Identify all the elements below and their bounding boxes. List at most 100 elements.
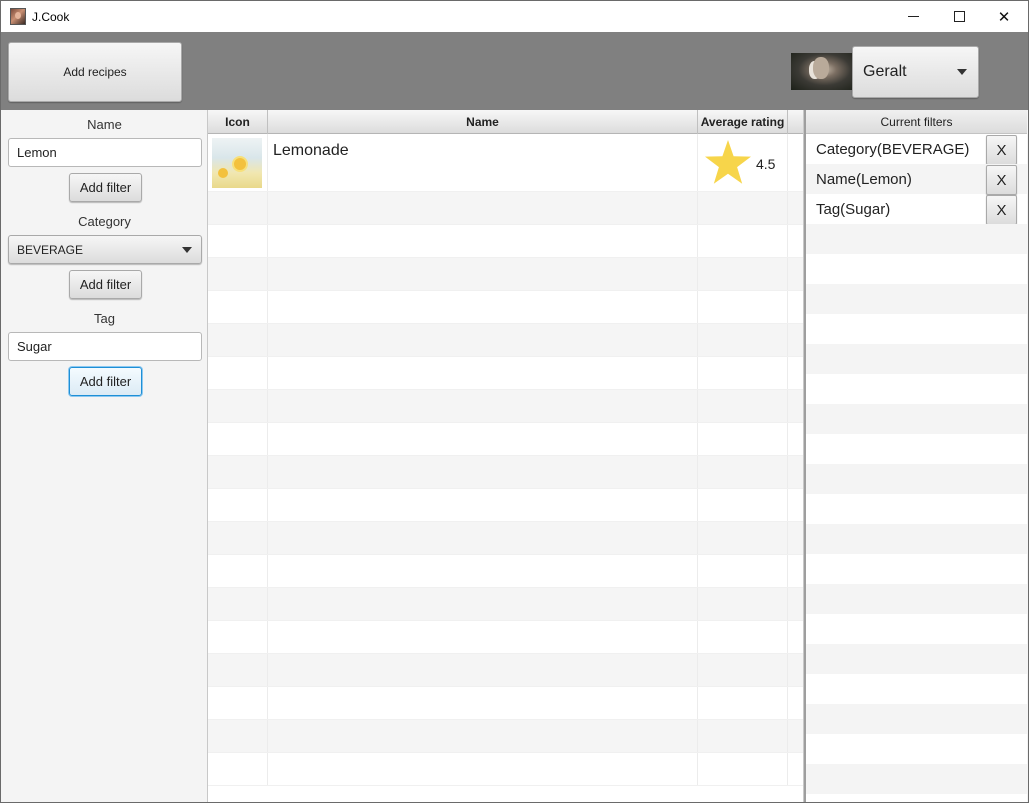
empty-cell xyxy=(788,291,803,323)
empty-cell xyxy=(208,489,268,521)
empty-cell xyxy=(698,588,788,620)
empty-cell xyxy=(268,753,698,785)
empty-cell xyxy=(698,258,788,290)
minimize-button[interactable] xyxy=(890,1,936,32)
empty-cell xyxy=(788,192,803,224)
close-icon: ✕ xyxy=(997,8,1011,26)
table-row xyxy=(208,489,803,522)
empty-filter-row xyxy=(806,674,1027,704)
empty-cell xyxy=(788,654,803,686)
remove-filter-button[interactable]: X xyxy=(986,165,1017,195)
empty-filter-row xyxy=(806,764,1027,794)
chevron-down-icon xyxy=(182,247,192,253)
table-row xyxy=(208,687,803,720)
empty-cell xyxy=(268,390,698,422)
empty-cell xyxy=(698,489,788,521)
tag-filter-input[interactable]: Sugar xyxy=(8,332,202,361)
table-row xyxy=(208,720,803,753)
filler-cell xyxy=(788,134,803,191)
table-row xyxy=(208,522,803,555)
window-title: J.Cook xyxy=(32,10,70,24)
column-header-average-rating[interactable]: Average rating xyxy=(698,110,788,134)
remove-filter-button[interactable]: X xyxy=(986,195,1017,225)
empty-cell xyxy=(208,753,268,785)
top-toolbar: Add recipes Geralt xyxy=(1,32,1028,110)
table-row xyxy=(208,357,803,390)
empty-cell xyxy=(698,654,788,686)
empty-cell xyxy=(698,423,788,455)
empty-cell xyxy=(788,357,803,389)
user-selector[interactable]: Geralt xyxy=(852,46,979,98)
maximize-button[interactable] xyxy=(936,1,982,32)
empty-cell xyxy=(698,390,788,422)
column-header-icon[interactable]: Icon xyxy=(208,110,268,134)
table-row xyxy=(208,456,803,489)
minimize-icon xyxy=(907,16,919,17)
table-header: Icon Name Average rating xyxy=(208,110,803,134)
empty-cell xyxy=(268,720,698,752)
chevron-down-icon xyxy=(957,69,967,75)
column-header-name[interactable]: Name xyxy=(268,110,698,134)
filter-panel: Name Lemon Add filter Category BEVERAGE … xyxy=(2,110,207,802)
table-row xyxy=(208,423,803,456)
empty-cell xyxy=(268,225,698,257)
empty-cell xyxy=(208,192,268,224)
empty-cell xyxy=(788,324,803,356)
empty-cell xyxy=(268,489,698,521)
category-select[interactable]: BEVERAGE xyxy=(8,235,202,264)
empty-cell xyxy=(788,588,803,620)
add-tag-filter-button[interactable]: Add filter xyxy=(69,367,142,396)
table-row xyxy=(208,621,803,654)
current-filters-list: Category(BEVERAGE) X Name(Lemon) X Tag(Sugar… xyxy=(806,134,1027,794)
empty-cell xyxy=(208,522,268,554)
empty-cell xyxy=(698,357,788,389)
category-filter-label: Category xyxy=(78,214,131,229)
filter-item: Category(BEVERAGE) X xyxy=(806,134,1027,165)
remove-filter-button[interactable]: X xyxy=(986,135,1017,165)
table-row xyxy=(208,588,803,621)
close-button[interactable]: ✕ xyxy=(981,1,1027,32)
empty-filter-row xyxy=(806,554,1027,584)
empty-cell xyxy=(268,522,698,554)
empty-cell xyxy=(208,258,268,290)
empty-cell xyxy=(208,291,268,323)
empty-cell xyxy=(268,456,698,488)
empty-filter-row xyxy=(806,434,1027,464)
recipes-table: Icon Name Average rating Lemonade 4.5 xyxy=(207,110,804,802)
empty-cell xyxy=(788,753,803,785)
empty-cell xyxy=(268,324,698,356)
table-row[interactable]: Lemonade 4.5 xyxy=(208,134,803,192)
empty-filter-row xyxy=(806,494,1027,524)
icon-cell xyxy=(208,134,268,191)
empty-cell xyxy=(208,423,268,455)
empty-filter-row xyxy=(806,404,1027,434)
empty-cell xyxy=(208,225,268,257)
current-filters-header: Current filters xyxy=(806,110,1027,134)
recipe-name: Lemonade xyxy=(273,142,349,159)
add-name-filter-button[interactable]: Add filter xyxy=(69,173,142,202)
table-row xyxy=(208,324,803,357)
app-window: J.Cook ✕ Add recipes Geralt Name Lemon A… xyxy=(0,0,1029,803)
add-category-filter-button[interactable]: Add filter xyxy=(69,270,142,299)
empty-cell xyxy=(698,753,788,785)
user-avatar xyxy=(791,53,852,90)
empty-cell xyxy=(268,423,698,455)
add-recipes-button[interactable]: Add recipes xyxy=(8,42,182,102)
empty-cell xyxy=(268,654,698,686)
name-filter-input[interactable]: Lemon xyxy=(8,138,202,167)
empty-filter-row xyxy=(806,524,1027,554)
empty-cell xyxy=(268,588,698,620)
empty-cell xyxy=(788,555,803,587)
filter-item-label: Category(BEVERAGE) xyxy=(816,141,970,158)
name-cell: Lemonade xyxy=(268,134,698,191)
empty-cell xyxy=(268,687,698,719)
title-bar: J.Cook ✕ xyxy=(1,1,1028,32)
empty-filter-row xyxy=(806,374,1027,404)
empty-cell xyxy=(698,555,788,587)
table-row xyxy=(208,390,803,423)
empty-cell xyxy=(788,687,803,719)
empty-filter-row xyxy=(806,644,1027,674)
empty-filter-row xyxy=(806,284,1027,314)
tag-filter-label: Tag xyxy=(94,311,115,326)
empty-cell xyxy=(208,555,268,587)
